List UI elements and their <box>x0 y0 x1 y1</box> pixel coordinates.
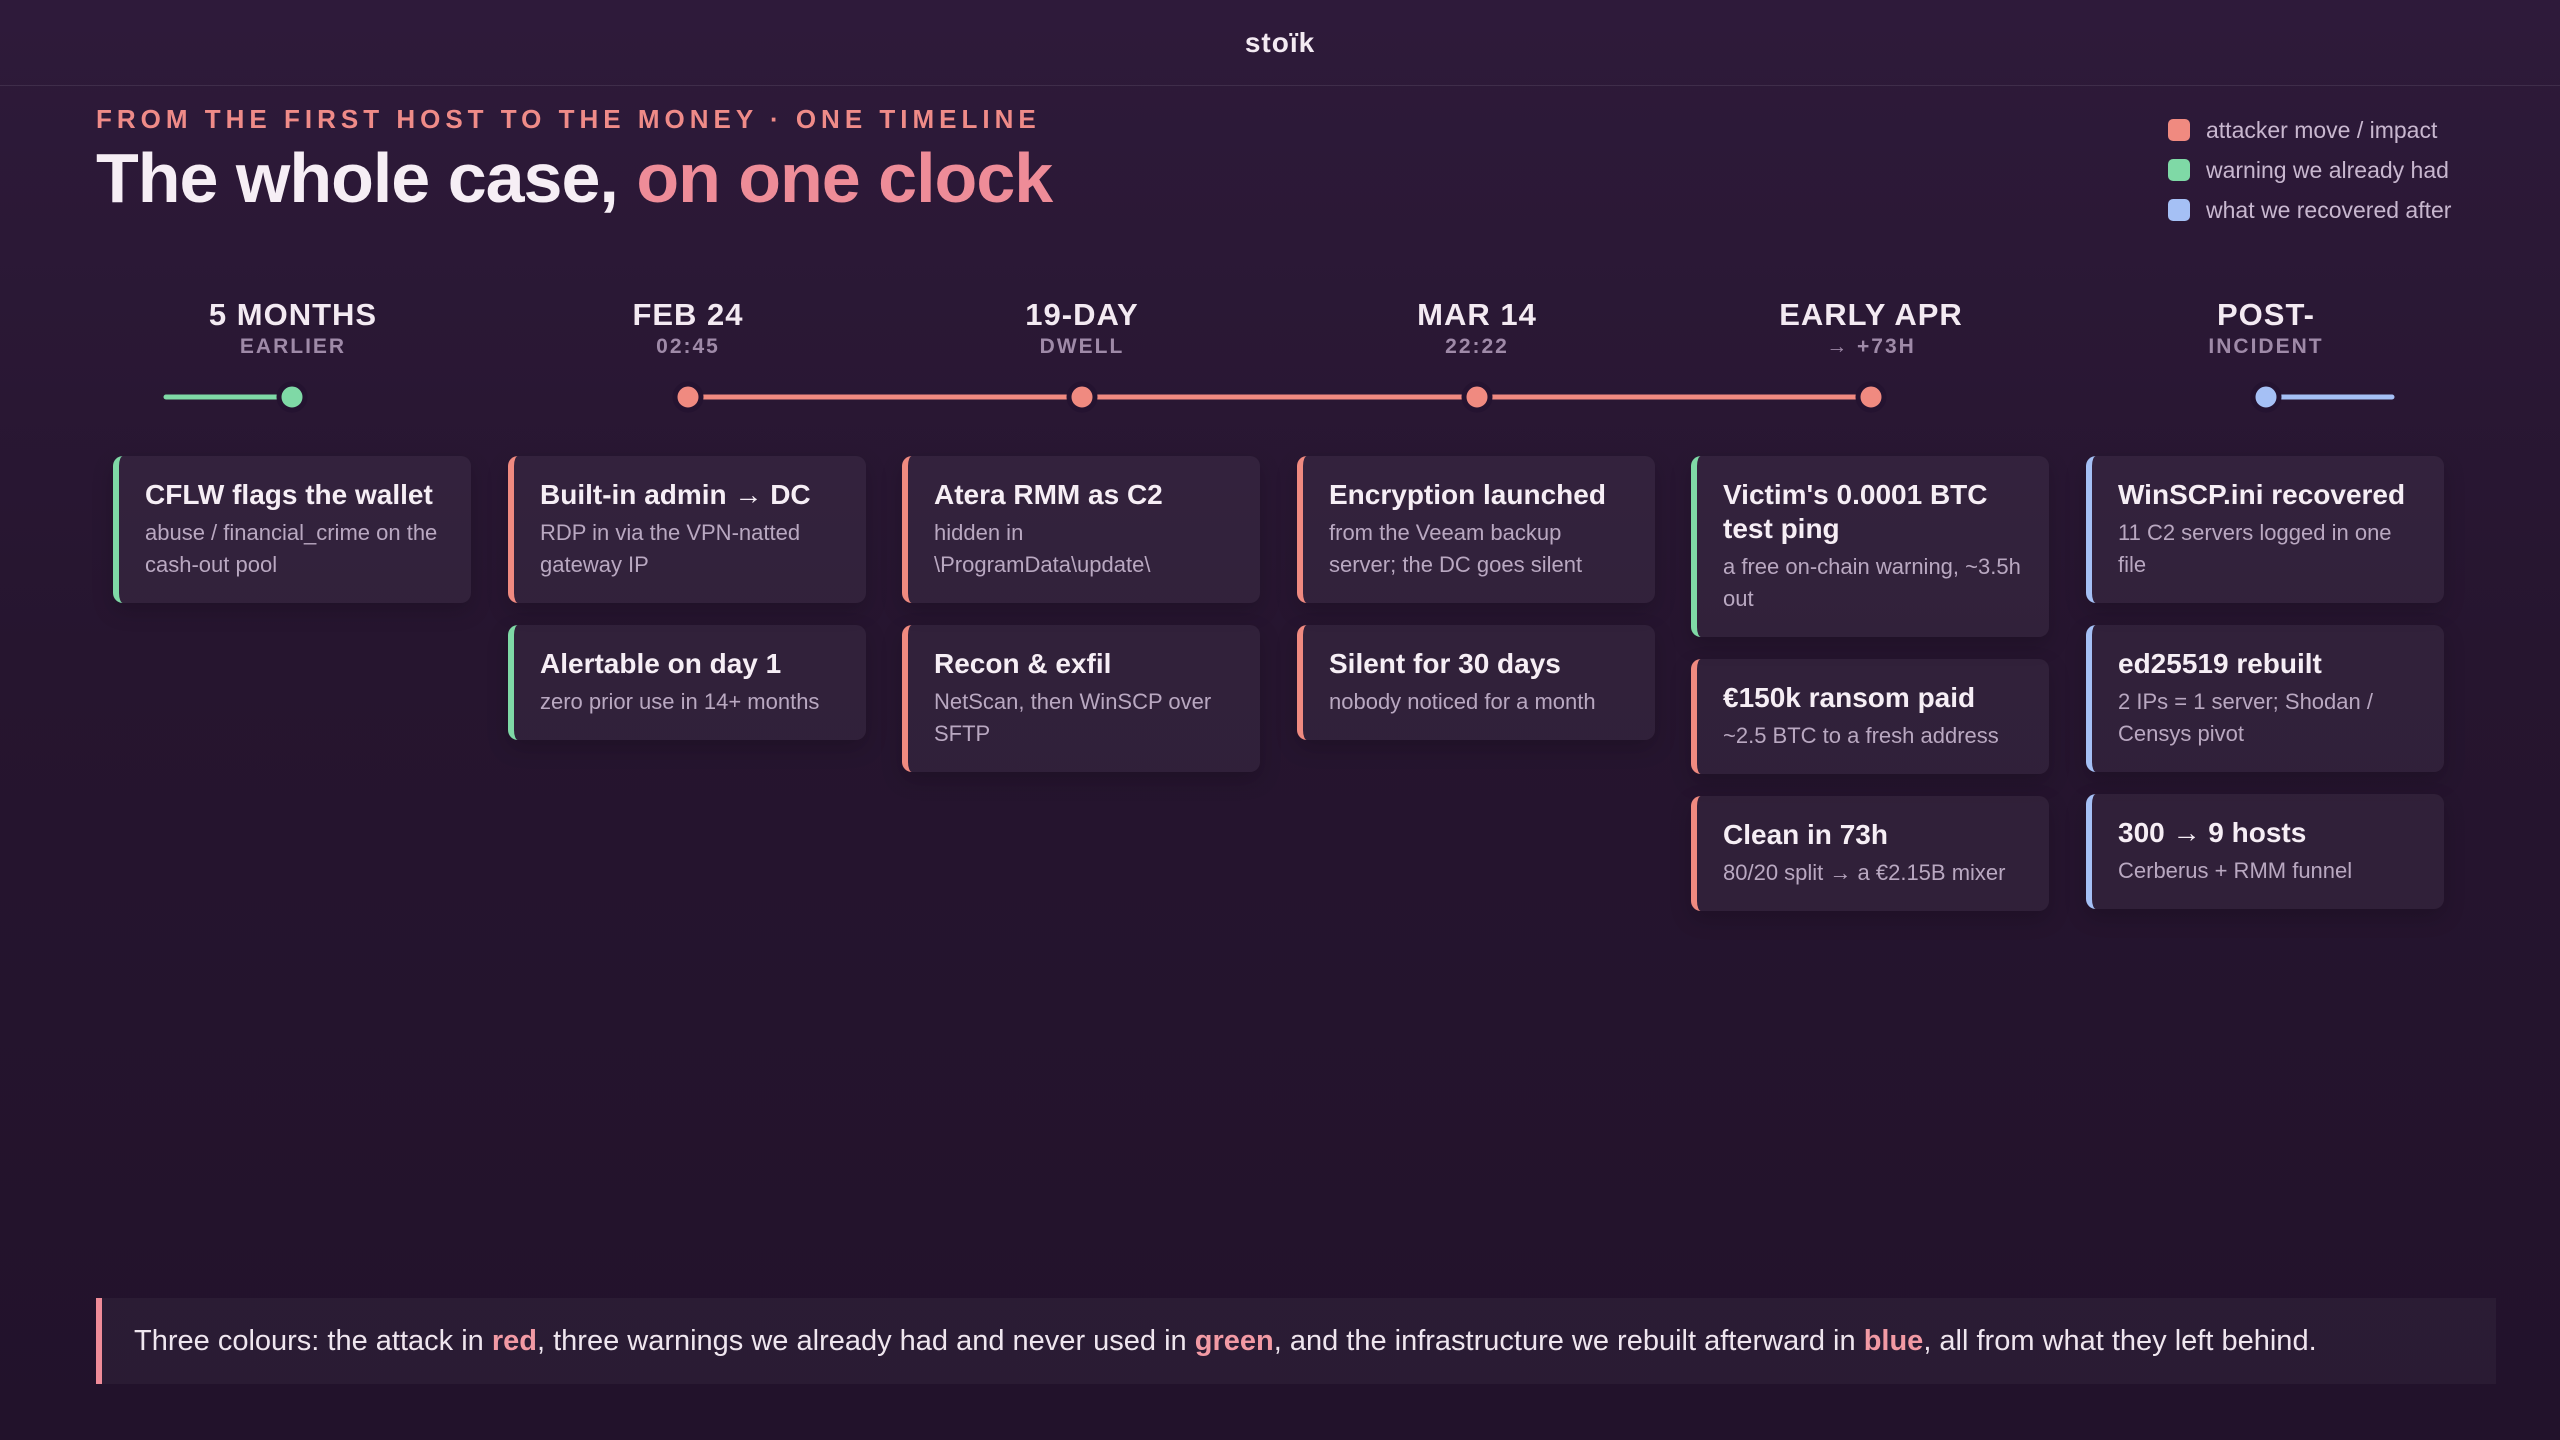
timeline-axis <box>163 381 2395 413</box>
card-subtitle: abuse / financial_crime on the cash-out … <box>145 520 438 577</box>
col-head-sub: → +73H <box>1826 335 1916 358</box>
timeline-dot-2 <box>672 381 704 413</box>
event-card: Encryption launched from the Veeam backu… <box>1297 456 1655 603</box>
legend-swatch-green <box>2168 159 2190 181</box>
timeline-dot-1 <box>276 381 308 413</box>
card-title: Victim's 0.0001 BTC test ping <box>1723 479 1988 544</box>
footer-highlight-red: red <box>491 1324 537 1357</box>
col-head-title: MAR 14 <box>1417 297 1537 332</box>
legend-swatch-red <box>2168 119 2190 141</box>
event-card: Silent for 30 days nobody noticed for a … <box>1297 625 1655 740</box>
card-subtitle: 80/20 split → a €2.15B mixer <box>1723 860 2006 885</box>
legend-swatch-blue <box>2168 199 2190 221</box>
footer-part: , all from what they left behind. <box>1923 1324 2317 1357</box>
title-main: The whole case, <box>96 139 637 217</box>
column-2: Built-in admin → DC RDP in via the VPN-n… <box>508 456 866 762</box>
col-head-title: POST- <box>2216 297 2315 332</box>
card-subtitle: RDP in via the VPN-natted gateway IP <box>540 520 801 577</box>
card-subtitle: Cerberus + RMM funnel <box>2118 858 2353 883</box>
footer-highlight-blue: blue <box>1863 1324 1924 1357</box>
card-title: CFLW flags the wallet <box>145 479 433 510</box>
column-3: Atera RMM as C2 hidden in \ProgramData\u… <box>902 456 1260 794</box>
col-head-2: FEB 24 02:45 <box>538 296 838 360</box>
card-title: Encryption launched <box>1329 479 1606 510</box>
event-card: WinSCP.ini recovered 11 C2 servers logge… <box>2086 456 2444 603</box>
col-head-1: 5 MONTHS EARLIER <box>143 296 443 360</box>
card-title: Silent for 30 days <box>1329 648 1561 679</box>
legend-label: attacker move / impact <box>2206 116 2438 143</box>
event-card: Built-in admin → DC RDP in via the VPN-n… <box>508 456 866 603</box>
card-title: Built-in admin → DC <box>540 479 811 510</box>
top-bar: stoïk <box>0 0 2560 86</box>
col-head-title: FEB 24 <box>632 297 744 332</box>
footer-part: Three colours: the attack in <box>134 1324 492 1357</box>
card-subtitle: NetScan, then WinSCP over SFTP <box>934 689 1212 746</box>
column-5: Victim's 0.0001 BTC test ping a free on-… <box>1691 456 2049 933</box>
col-head-title: 5 MONTHS <box>208 297 378 332</box>
timeline-dot-5 <box>1855 381 1887 413</box>
card-title: €150k ransom paid <box>1723 682 1976 713</box>
card-subtitle: ~2.5 BTC to a fresh address <box>1723 723 1999 748</box>
col-head-sub: 02:45 <box>656 335 720 358</box>
card-title: Atera RMM as C2 <box>934 479 1163 510</box>
col-head-6: POST- INCIDENT <box>2116 296 2416 360</box>
col-head-sub: INCIDENT <box>2208 335 2324 358</box>
event-card: €150k ransom paid ~2.5 BTC to a fresh ad… <box>1691 659 2049 774</box>
footer-part: , and the infrastructure we rebuilt afte… <box>1273 1324 1864 1357</box>
col-head-title: 19-DAY <box>1025 297 1139 332</box>
event-card: 300 → 9 hosts Cerberus + RMM funnel <box>2086 794 2444 909</box>
timeline-dot-6 <box>2250 381 2282 413</box>
timeline-dot-3 <box>1066 381 1098 413</box>
page-title: The whole case, on one clock <box>96 138 1053 218</box>
legend-item-recovered: what we recovered after <box>2168 190 2451 230</box>
column-4: Encryption launched from the Veeam backu… <box>1297 456 1655 762</box>
card-title: ed25519 rebuilt <box>2118 648 2322 679</box>
col-head-sub: 22:22 <box>1445 335 1509 358</box>
legend-label: warning we already had <box>2206 156 2449 183</box>
footer-text: Three colours: the attack in red, three … <box>134 1325 2317 1358</box>
card-subtitle: a free on-chain warning, ~3.5h out <box>1723 554 2021 611</box>
col-head-5: EARLY APR → +73H <box>1721 296 2021 360</box>
card-title: Alertable on day 1 <box>540 648 782 679</box>
kicker: FROM THE FIRST HOST TO THE MONEY · ONE T… <box>96 104 1041 134</box>
event-card: CFLW flags the wallet abuse / financial_… <box>113 456 471 603</box>
column-6: WinSCP.ini recovered 11 C2 servers logge… <box>2086 456 2444 931</box>
col-head-3: 19-DAY DWELL <box>932 296 1232 360</box>
card-title: Recon & exfil <box>934 648 1112 679</box>
event-card: ed25519 rebuilt 2 IPs = 1 server; Shodan… <box>2086 625 2444 772</box>
card-subtitle: nobody noticed for a month <box>1329 689 1596 714</box>
footer-note: Three colours: the attack in red, three … <box>96 1298 2496 1384</box>
card-subtitle: hidden in \ProgramData\update\ <box>934 520 1151 577</box>
legend: attacker move / impact warning we alread… <box>2168 110 2451 230</box>
card-subtitle: zero prior use in 14+ months <box>540 689 820 714</box>
legend-item-warning: warning we already had <box>2168 150 2451 190</box>
card-subtitle: from the Veeam backup server; the DC goe… <box>1329 520 1583 577</box>
event-card: Alertable on day 1 zero prior use in 14+… <box>508 625 866 740</box>
event-card: Atera RMM as C2 hidden in \ProgramData\u… <box>902 456 1260 603</box>
brand-logo: stoïk <box>1244 26 1316 58</box>
timeline-dot-4 <box>1461 381 1493 413</box>
col-head-sub: DWELL <box>1039 335 1125 358</box>
card-title: 300 → 9 hosts <box>2118 817 2307 848</box>
column-1: CFLW flags the wallet abuse / financial_… <box>113 456 471 625</box>
col-head-title: EARLY APR <box>1779 297 1963 332</box>
col-head-sub: EARLIER <box>239 335 347 358</box>
card-subtitle: 11 C2 servers logged in one file <box>2118 520 2392 577</box>
legend-item-attacker: attacker move / impact <box>2168 110 2451 150</box>
title-accent: on one clock <box>636 139 1053 217</box>
event-card: Victim's 0.0001 BTC test ping a free on-… <box>1691 456 2049 637</box>
legend-label: what we recovered after <box>2206 196 2452 223</box>
card-title: WinSCP.ini recovered <box>2118 479 2406 510</box>
col-head-4: MAR 14 22:22 <box>1327 296 1627 360</box>
card-subtitle: 2 IPs = 1 server; Shodan / Censys pivot <box>2118 689 2373 746</box>
card-title: Clean in 73h <box>1723 819 1888 850</box>
footer-highlight-green: green <box>1194 1324 1274 1357</box>
footer-part: , three warnings we already had and neve… <box>536 1324 1195 1357</box>
event-card: Recon & exfil NetScan, then WinSCP over … <box>902 625 1260 772</box>
event-card: Clean in 73h 80/20 split → a €2.15B mixe… <box>1691 796 2049 911</box>
